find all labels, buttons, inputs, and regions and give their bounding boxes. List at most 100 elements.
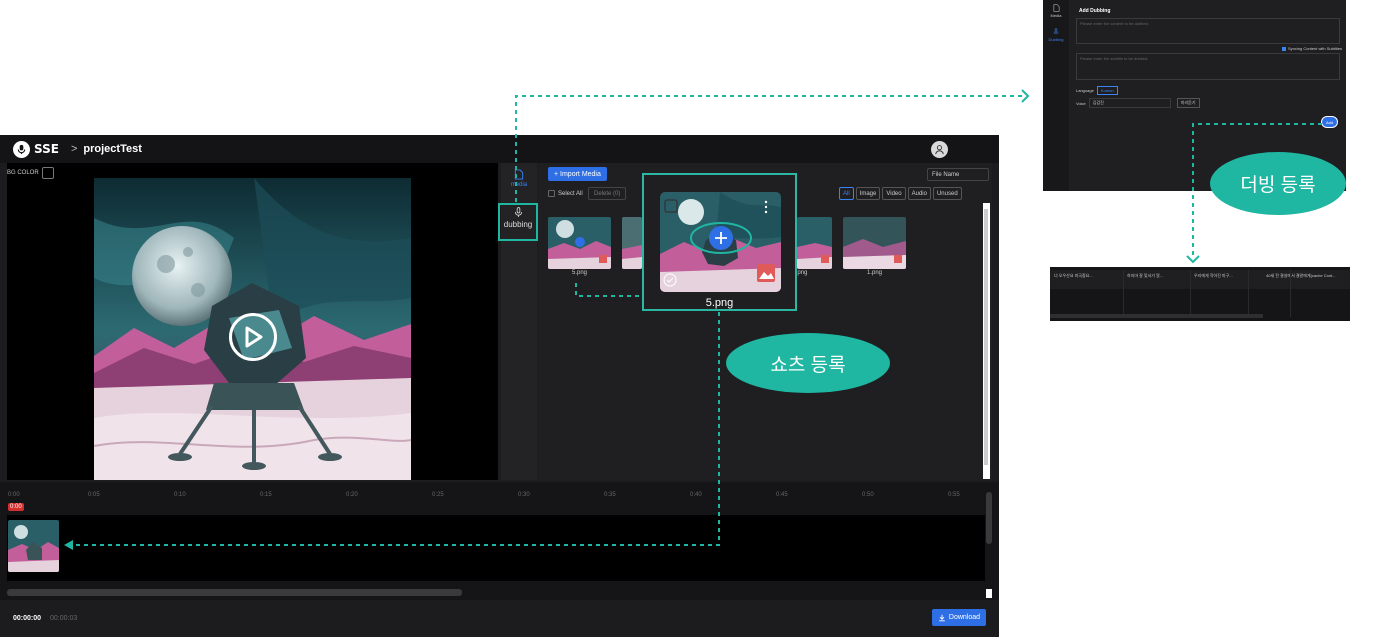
language-option[interactable]: Korean bbox=[1096, 86, 1118, 95]
tick-label: 0:50 bbox=[862, 492, 874, 498]
brand-name: SSE bbox=[34, 142, 59, 156]
timeline-v-scrollbar[interactable] bbox=[986, 492, 992, 544]
annotation-dubbing-register: 더빙 등록 bbox=[1210, 152, 1346, 215]
sync-subtitles-label: Syncing Content with Subtitles bbox=[1288, 46, 1343, 51]
dub-sidebar-media-label: Media bbox=[1050, 13, 1062, 18]
arrowhead-right-icon bbox=[1021, 89, 1030, 103]
dubbing-clip[interactable]: 40세 전 결실에서 결말에게(cache Cont... bbox=[1266, 273, 1335, 279]
dubbing-clip[interactable]: 너 오우산요 미국중요... bbox=[1054, 273, 1093, 279]
bg-color-control: BG COLOR bbox=[7, 167, 54, 179]
add-dubbing-button[interactable]: Add bbox=[1322, 117, 1337, 127]
voice-select[interactable]: 김갑진 bbox=[1088, 98, 1171, 108]
dubbing-clip[interactable]: 우리에게 작아진 마구... bbox=[1194, 273, 1233, 279]
clip-divider bbox=[1123, 270, 1124, 317]
filter-video[interactable]: Video bbox=[882, 187, 906, 200]
media-card-label: 5.png bbox=[705, 297, 734, 309]
clip-divider bbox=[1190, 270, 1191, 317]
filter-image[interactable]: Image bbox=[855, 187, 881, 200]
clip-divider bbox=[1290, 270, 1291, 317]
media-item-thumbnail[interactable] bbox=[797, 217, 832, 269]
media-card-image[interactable] bbox=[660, 192, 781, 292]
dub-sidebar-media[interactable]: Media bbox=[1043, 4, 1069, 18]
tick-label: 0:25 bbox=[432, 492, 444, 498]
timeline-track[interactable] bbox=[7, 515, 985, 581]
dub-content-input[interactable]: Please enter the content to be dubbed. bbox=[1076, 18, 1340, 44]
media-item-thumbnail[interactable] bbox=[548, 217, 611, 269]
tick-label: 0:30 bbox=[518, 492, 530, 498]
tick-label: 0:45 bbox=[776, 492, 788, 498]
sort-select[interactable]: File Name bbox=[927, 168, 989, 181]
tutorial-canvas: SSE > projectTest BG COLOR media dubbing… bbox=[0, 0, 1375, 637]
tick-label: 0:20 bbox=[346, 492, 358, 498]
sort-select-value: File Name bbox=[932, 171, 960, 178]
voice-label: Voice bbox=[1076, 100, 1086, 106]
select-all-label: Select All bbox=[558, 190, 583, 197]
dub-subtitle-input[interactable]: Please enter the subtitle to be dubbed. bbox=[1076, 53, 1340, 80]
media-scrollbar-thumb[interactable] bbox=[984, 209, 988, 465]
playhead[interactable]: 0:00 bbox=[8, 503, 24, 511]
arrowhead-down-icon bbox=[1186, 255, 1200, 264]
timeline-scroll-end bbox=[986, 589, 992, 598]
clip-divider bbox=[1248, 270, 1249, 317]
timeline: 0:00 0:05 0:10 0:15 0:20 0:25 0:30 0:35 … bbox=[0, 482, 999, 600]
dub-subtitle-placeholder: Please enter the subtitle to be dubbed. bbox=[1080, 56, 1149, 61]
download-icon bbox=[939, 614, 945, 621]
total-time: 00:00:03 bbox=[50, 615, 78, 622]
tick-label: 0:05 bbox=[88, 492, 100, 498]
play-icon bbox=[245, 326, 263, 348]
download-button[interactable]: Download bbox=[932, 609, 986, 626]
dubbing-track-strip: 너 오우산요 미국중요... 하지마 잘 맞서기 알... 우리에게 작아진 마… bbox=[1050, 267, 1350, 321]
import-media-button[interactable]: + Import Media bbox=[548, 167, 607, 181]
timeline-h-scrollbar[interactable] bbox=[7, 589, 462, 596]
media-scrollbar[interactable] bbox=[983, 203, 990, 479]
tab-media-label: media bbox=[510, 182, 528, 188]
file-icon bbox=[1053, 4, 1059, 12]
filter-all[interactable]: All bbox=[839, 187, 854, 200]
dub-title: Add Dubbing bbox=[1079, 8, 1111, 14]
media-item-label: 5.png bbox=[571, 270, 587, 276]
mic-icon bbox=[1053, 28, 1059, 35]
select-all-checkbox[interactable]: Select All bbox=[548, 190, 583, 197]
filter-unused[interactable]: Unused bbox=[932, 187, 962, 200]
breadcrumb-separator: > bbox=[70, 143, 78, 155]
delete-button[interactable]: Delete (0) bbox=[588, 187, 627, 200]
dub-content-placeholder: Please enter the content to be dubbed. bbox=[1080, 21, 1149, 26]
strip-scrollbar[interactable] bbox=[1050, 314, 1263, 318]
tick-label: 0:55 bbox=[948, 492, 960, 498]
tick-label: 0:15 bbox=[260, 492, 272, 498]
dub-sidebar-dubbing-label: Dubbing bbox=[1048, 37, 1064, 42]
filter-audio[interactable]: Audio bbox=[907, 187, 931, 200]
media-type-filters: All Image Video Audio Unused bbox=[839, 187, 964, 200]
bg-color-swatch[interactable] bbox=[41, 167, 54, 179]
play-button[interactable] bbox=[229, 313, 277, 361]
dub-sidebar-dubbing[interactable]: Dubbing bbox=[1043, 28, 1069, 42]
media-item-label: 1.png bbox=[866, 270, 882, 276]
bg-color-label: BG COLOR bbox=[7, 170, 39, 176]
file-icon bbox=[514, 169, 524, 180]
mic-logo-icon bbox=[13, 140, 30, 158]
dub-sidebar: Media Dubbing bbox=[1043, 0, 1069, 191]
project-title: projectTest bbox=[83, 143, 142, 155]
download-label: Download bbox=[948, 614, 981, 621]
timeline-ruler[interactable]: 0:00 0:05 0:10 0:15 0:20 0:25 0:30 0:35 … bbox=[0, 492, 999, 514]
media-item-thumbnail[interactable] bbox=[843, 217, 906, 269]
language-label: Language bbox=[1076, 88, 1094, 93]
checkbox-checked-icon bbox=[1282, 46, 1286, 51]
voice-preview-button[interactable]: 미리듣기 bbox=[1176, 98, 1200, 108]
checkbox-icon bbox=[548, 190, 555, 197]
user-icon bbox=[935, 145, 944, 155]
tick-label: 0:35 bbox=[604, 492, 616, 498]
dubbing-clip[interactable]: 하지마 잘 맞서기 알... bbox=[1127, 273, 1163, 279]
sync-subtitles-checkbox[interactable]: Syncing Content with Subtitles bbox=[1282, 46, 1342, 51]
tick-label: 0:40 bbox=[690, 492, 702, 498]
language-row: Language Korean bbox=[1076, 86, 1118, 95]
timeline-clip[interactable] bbox=[8, 520, 59, 572]
media-item-thumbnail[interactable] bbox=[622, 217, 642, 269]
brand-logo[interactable]: SSE bbox=[13, 140, 59, 158]
zoomed-media-card: 5.png bbox=[642, 173, 797, 311]
dubbing-tab-highlight bbox=[498, 203, 538, 241]
voice-row: Voice 김갑진 미리듣기 bbox=[1076, 98, 1200, 108]
tab-media[interactable]: media bbox=[501, 169, 537, 188]
top-bar: SSE > projectTest bbox=[0, 135, 999, 163]
user-avatar[interactable] bbox=[931, 141, 948, 158]
